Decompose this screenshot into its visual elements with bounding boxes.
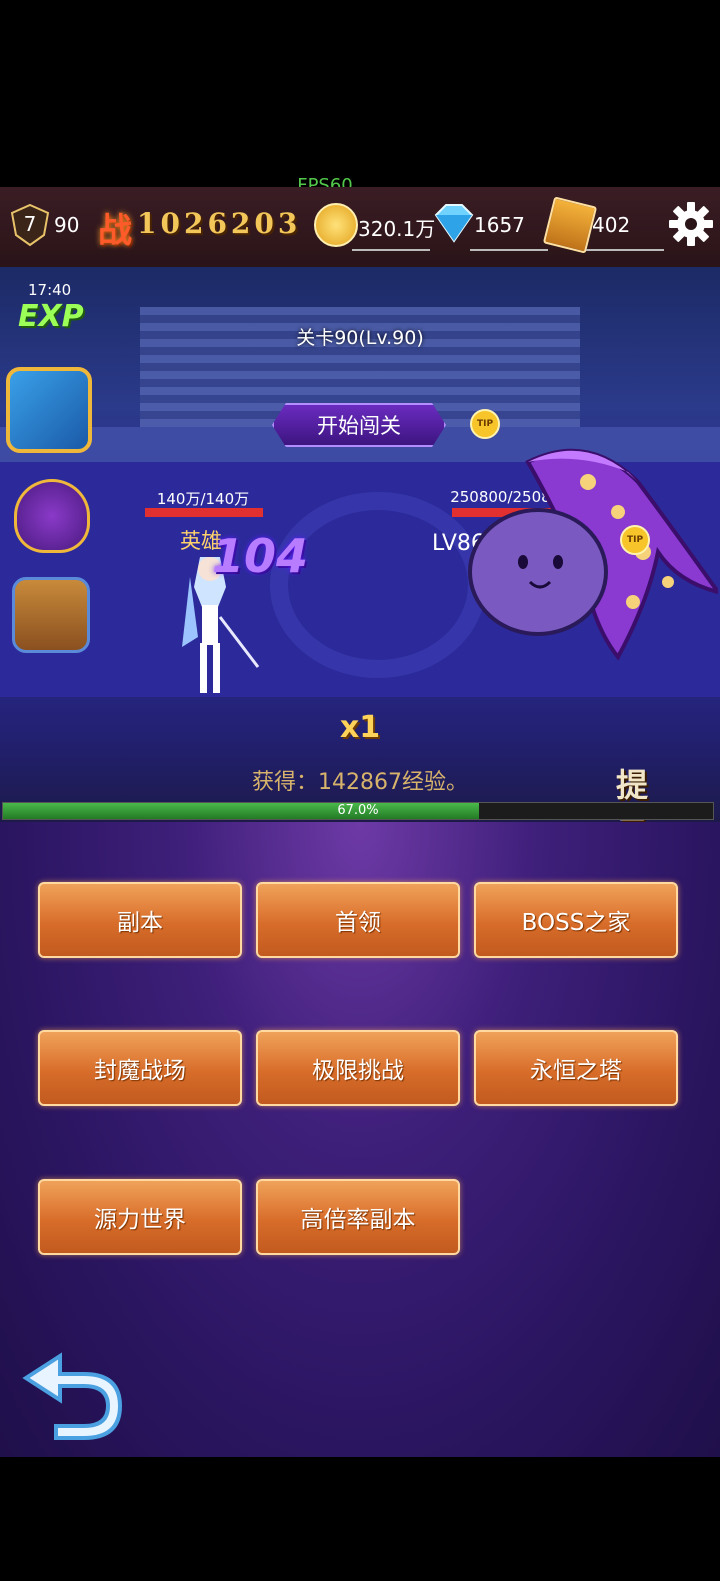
- ticket-icon: [542, 196, 598, 254]
- level-value: 90: [54, 213, 80, 237]
- diamond-divider: [470, 249, 548, 251]
- level-badge[interactable]: 7: [8, 203, 52, 247]
- level-number: 7: [23, 212, 37, 236]
- force-world-button[interactable]: 源力世界: [38, 1179, 242, 1255]
- damage-number: 104: [212, 529, 309, 583]
- gift-box-icon[interactable]: [6, 367, 92, 453]
- hero-hp-bar: [145, 508, 263, 517]
- combat-power-value: 1026203: [137, 207, 302, 240]
- boss-home-button[interactable]: BOSS之家: [474, 882, 678, 958]
- extreme-challenge-button[interactable]: 极限挑战: [256, 1030, 460, 1106]
- gear-icon[interactable]: [666, 199, 716, 249]
- start-stage-button[interactable]: 开始闯关: [272, 403, 446, 447]
- demon-battlefield-button[interactable]: 封魔战场: [38, 1030, 242, 1106]
- dungeon-button[interactable]: 副本: [38, 882, 242, 958]
- back-arrow-icon[interactable]: [22, 1350, 122, 1440]
- enemy-tip-icon[interactable]: TIP: [620, 525, 650, 555]
- battle-speed-button[interactable]: x1: [310, 705, 410, 749]
- eternal-tower-button[interactable]: 永恒之塔: [474, 1030, 678, 1106]
- gold-coin-icon: [314, 203, 358, 247]
- ticket-amount: 402: [592, 213, 631, 237]
- hero-hp-text: 140万/140万: [156, 490, 250, 508]
- battle-log: 获得：142867经验。: [252, 770, 468, 795]
- gold-divider: [352, 249, 430, 251]
- exp-timer: 17:40: [28, 281, 72, 299]
- ticket-divider: [586, 249, 664, 251]
- enemy-monster: [468, 448, 718, 661]
- exp-progress-bar: 67.0%: [2, 802, 714, 820]
- battle-scene: 17:40 EXP 关卡90(Lv.90) 开始闯关 TIP 140万/140万…: [0, 267, 720, 822]
- high-rate-dungeon-button[interactable]: 高倍率副本: [256, 1179, 460, 1255]
- tip-icon[interactable]: TIP: [470, 409, 500, 439]
- treasure-bag-icon[interactable]: [14, 479, 90, 553]
- diamond-icon: [434, 204, 474, 243]
- diamond-amount: 1657: [474, 213, 525, 237]
- stage-title: 关卡90(Lv.90): [296, 327, 424, 349]
- top-resource-bar: 7 90 战 1026203 320.1万 1657 402: [0, 187, 720, 267]
- boss-button[interactable]: 首领: [256, 882, 460, 958]
- mystery-chest-icon[interactable]: [12, 577, 90, 653]
- arena-circle: [270, 492, 486, 678]
- combat-power-label: 战: [98, 211, 132, 251]
- gold-amount: 320.1万: [358, 217, 436, 241]
- exp-progress-text: 67.0%: [337, 803, 379, 818]
